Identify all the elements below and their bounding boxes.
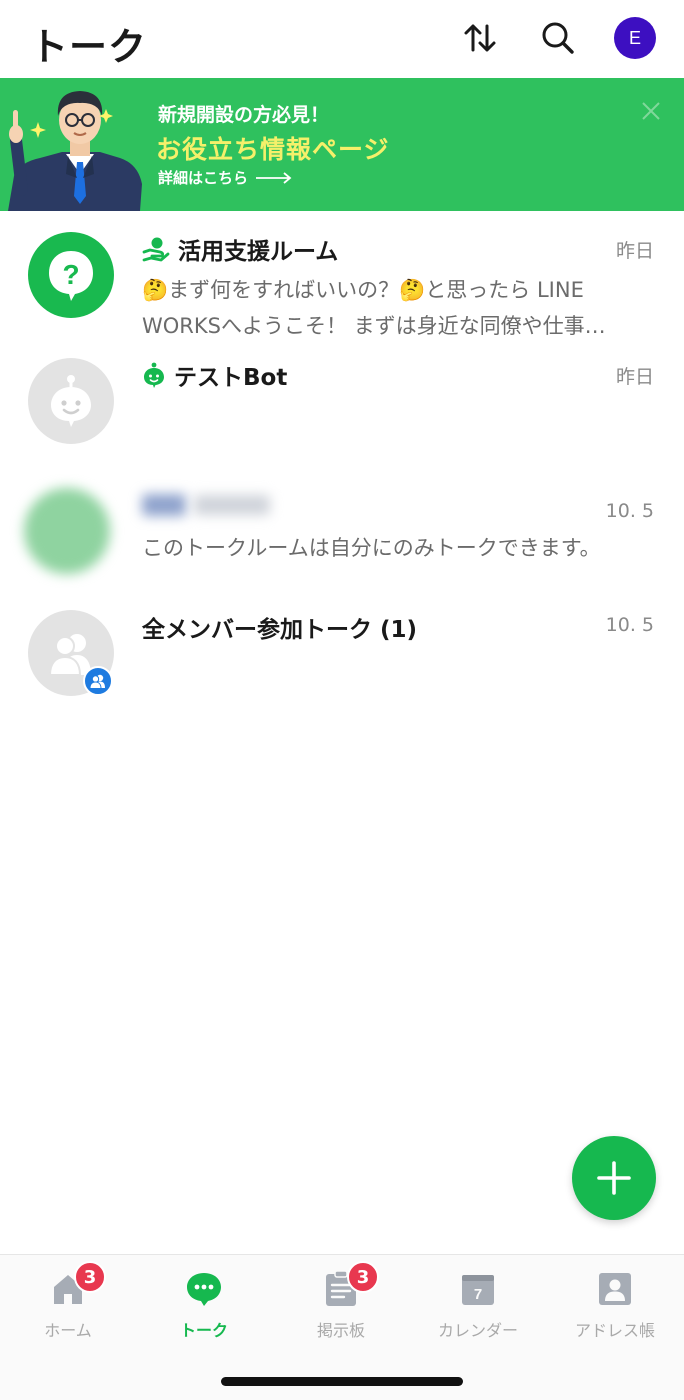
list-item[interactable]: ? 活用支援ルーム 昨日 🤔まず何をすればいいの？🤔と思ったら LINE WOR… <box>0 232 684 352</box>
nav-label: アドレス帳 <box>574 1321 655 1340</box>
banner-headline: お役立ち情報ページ <box>156 135 390 164</box>
nav-item-talk[interactable]: トーク <box>136 1255 272 1345</box>
businessman-illustration <box>8 91 142 211</box>
home-indicator <box>221 1377 463 1386</box>
avatar <box>28 610 114 696</box>
nav-item-home[interactable]: 3 ホーム <box>0 1255 136 1345</box>
talk-date: 10. 5 <box>605 500 654 522</box>
talk-message-preview: このトークルームは自分にのみトークできます。 <box>142 536 601 560</box>
arrow-right-icon <box>256 171 292 184</box>
banner-details-label: 詳細はこちら <box>158 169 249 187</box>
home-icon: 3 <box>48 1261 106 1309</box>
page-title: トーク <box>30 25 148 69</box>
calendar-icon: 7 <box>458 1269 498 1309</box>
sort-arrows-icon[interactable] <box>460 18 500 58</box>
talk-date: 昨日 <box>615 366 654 388</box>
nav-item-address-book[interactable]: アドレス帳 <box>547 1255 683 1345</box>
talk-name-blurred <box>142 494 270 516</box>
nav-label: ホーム <box>44 1321 92 1340</box>
nav-label: カレンダー <box>437 1321 518 1340</box>
talk-date: 昨日 <box>615 240 654 262</box>
avatar <box>28 358 114 444</box>
talk-date: 10. 5 <box>605 614 654 636</box>
banner-line1: 新規開設の方必見！ <box>158 104 330 126</box>
profile-avatar[interactable]: E <box>614 17 656 59</box>
chat-bubble-icon <box>184 1269 224 1309</box>
bot-face-icon <box>51 375 91 427</box>
plus-icon <box>597 1161 631 1195</box>
list-item[interactable]: テストBot 昨日 <box>0 358 684 478</box>
nav-item-board[interactable]: 3 掲示板 <box>273 1255 409 1345</box>
nav-label: トーク <box>179 1321 228 1340</box>
calendar-day: 7 <box>474 1286 482 1303</box>
new-talk-button[interactable] <box>572 1136 656 1220</box>
bot-icon <box>144 362 164 388</box>
address-book-icon <box>595 1269 635 1309</box>
talk-name: テストBot <box>174 365 288 391</box>
notification-badge: 3 <box>347 1261 379 1293</box>
talk-message-preview: 🤔まず何をすればいいの？🤔と思ったら LINE WORKSへようこそ！ まずは身… <box>142 278 606 338</box>
svg-text:?: ? <box>62 259 79 290</box>
close-icon[interactable] <box>640 100 662 122</box>
support-person-icon <box>142 237 170 262</box>
nav-item-calendar[interactable]: 7 カレンダー <box>410 1255 546 1345</box>
banner-details-link[interactable]: 詳細はこちら <box>158 167 292 188</box>
talk-name: 活用支援ルーム <box>178 239 339 265</box>
list-item[interactable]: 10. 5 このトークルームは自分にのみトークできます。 <box>0 484 684 604</box>
notification-badge: 3 <box>74 1261 106 1293</box>
info-banner[interactable]: 新規開設の方必見！ お役立ち情報ページ 詳細はこちら <box>0 78 684 211</box>
talk-name: 全メンバー参加トーク (1) <box>142 617 418 643</box>
search-icon[interactable] <box>538 18 578 58</box>
nav-label: 掲示板 <box>316 1321 365 1340</box>
avatar: ? <box>28 232 114 318</box>
header: トーク E <box>0 0 684 78</box>
group-badge-icon <box>83 666 113 696</box>
question-icon: ? <box>49 251 93 301</box>
list-item[interactable]: 全メンバー参加トーク (1) 10. 5 <box>0 610 684 730</box>
board-icon: 3 <box>321 1261 379 1309</box>
avatar <box>24 488 110 574</box>
